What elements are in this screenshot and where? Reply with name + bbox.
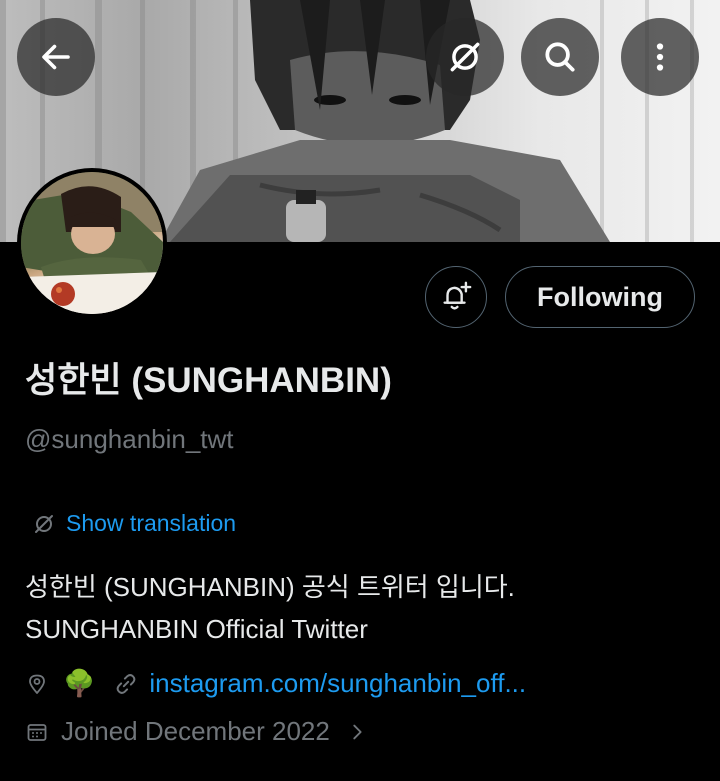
- joined-date: Joined December 2022: [61, 716, 330, 746]
- website-link[interactable]: instagram.com/sunghanbin_off...: [149, 668, 526, 699]
- location-text: 🌳: [63, 668, 96, 698]
- search-icon: [545, 42, 575, 72]
- location-pin-icon: [29, 674, 45, 694]
- more-vertical-icon: [656, 43, 664, 71]
- profile-handle: @sunghanbin_twt: [25, 424, 234, 454]
- translate-slash-icon: [35, 514, 53, 533]
- more-button[interactable]: [621, 18, 699, 96]
- notifications-button[interactable]: [425, 266, 487, 328]
- profile-joined-row[interactable]: Joined December 2022: [25, 716, 368, 747]
- back-button[interactable]: [17, 18, 95, 96]
- link-icon: [117, 673, 136, 694]
- calendar-icon: [27, 723, 47, 741]
- translate-toggle-button[interactable]: [426, 18, 504, 96]
- show-translation-label[interactable]: Show translation: [66, 510, 236, 537]
- chevron-right-icon: [353, 724, 362, 739]
- search-button[interactable]: [521, 18, 599, 96]
- avatar-photo: [21, 172, 163, 314]
- profile-bio: 성한빈 (SUNGHANBIN) 공식 트위터 입니다. SUNGHANBIN …: [25, 566, 515, 650]
- profile-meta-links: 🌳 instagram.com/sunghanbin_off...: [25, 668, 526, 699]
- bio-line: SUNGHANBIN Official Twitter: [25, 614, 368, 644]
- bio-line: 성한빈 (SUNGHANBIN) 공식 트위터 입니다.: [25, 572, 515, 602]
- bell-plus-icon: [443, 281, 472, 310]
- show-translation-link[interactable]: Show translation: [32, 510, 236, 537]
- translate-slash-icon: [450, 42, 480, 72]
- profile-name: 성한빈 (SUNGHANBIN): [25, 361, 392, 400]
- profile-avatar[interactable]: [17, 168, 167, 318]
- arrow-left-icon: [42, 44, 70, 70]
- following-button[interactable]: Following: [505, 266, 695, 328]
